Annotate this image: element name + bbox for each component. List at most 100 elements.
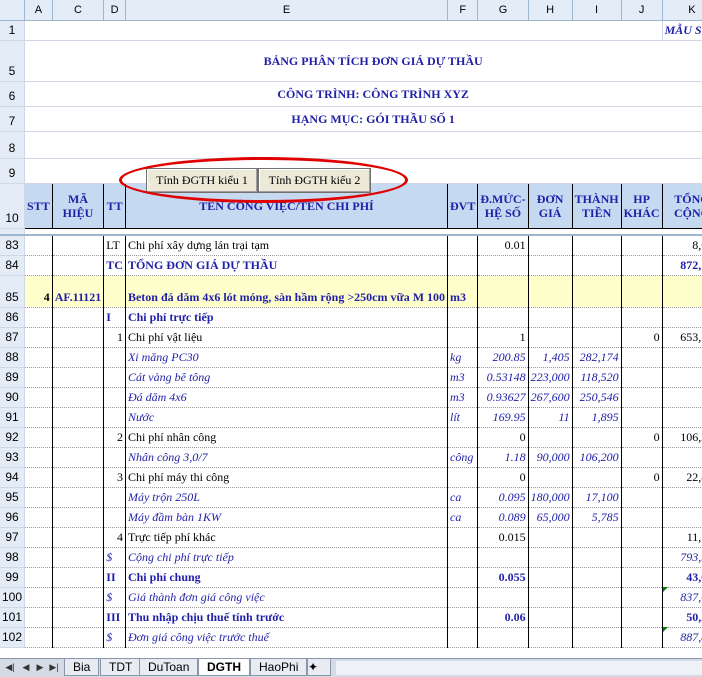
- row-header[interactable]: 85: [0, 275, 26, 308]
- cell-thanh-tien[interactable]: 5,785: [572, 507, 622, 528]
- column-header-h[interactable]: H: [528, 0, 573, 21]
- tab-dgth[interactable]: DGTH: [198, 659, 250, 676]
- cell-dvt[interactable]: m3: [447, 387, 479, 408]
- cell-tt[interactable]: $: [103, 547, 126, 568]
- header-hp-khac[interactable]: HP KHÁC: [621, 183, 663, 229]
- cell-dvt[interactable]: ca: [447, 487, 479, 508]
- work-item-name[interactable]: HẠNG MỤC: GÓI THẦU SỐ 1: [24, 106, 702, 132]
- cell-don-gia[interactable]: [528, 587, 573, 608]
- cell-ma-hieu[interactable]: [52, 327, 105, 348]
- cell-dinh-muc[interactable]: 0.089: [477, 507, 529, 528]
- cell-dinh-muc[interactable]: 1: [477, 327, 529, 348]
- cell-dvt[interactable]: m3: [447, 275, 479, 308]
- table-row[interactable]: 93 Nhân công 3,0/7 công 1.18 90,000 106,200: [0, 447, 702, 468]
- cell-tt[interactable]: [103, 487, 126, 508]
- cell-stt[interactable]: [24, 367, 53, 388]
- row-header[interactable]: 10: [0, 183, 26, 229]
- cell-tt[interactable]: 2: [103, 427, 126, 448]
- cell-tong-cong[interactable]: 50,257: [662, 607, 702, 628]
- cell-thanh-tien[interactable]: 106,200: [572, 447, 622, 468]
- row-header[interactable]: 94: [0, 467, 26, 488]
- cell-dvt[interactable]: [447, 255, 479, 276]
- cell-stt[interactable]: [24, 527, 53, 548]
- tab-tdt[interactable]: TDT: [100, 659, 142, 676]
- cell-stt[interactable]: [24, 347, 53, 368]
- cell-stt[interactable]: [24, 427, 53, 448]
- cell-ma-hieu[interactable]: [52, 507, 105, 528]
- cell-ten-cong-viec[interactable]: Máy trộn 250L: [125, 487, 449, 508]
- cell-ten-cong-viec[interactable]: Chi phí máy thi công: [125, 467, 449, 488]
- cell-stt[interactable]: 4: [24, 275, 53, 308]
- cell-dinh-muc[interactable]: [477, 627, 529, 648]
- cell-ma-hieu[interactable]: [52, 387, 105, 408]
- cell-tt[interactable]: III: [103, 607, 126, 628]
- table-row[interactable]: 97 4Trực tiếp phí khác 0.015 11,733: [0, 527, 702, 548]
- row-header[interactable]: 88: [0, 347, 26, 368]
- cell-hp-khac[interactable]: 0: [621, 427, 663, 448]
- cell-ten-cong-viec[interactable]: Nước: [125, 407, 449, 428]
- cell-dinh-muc[interactable]: [477, 547, 529, 568]
- table-row[interactable]: 83 LTChi phí xây dựng lán trại tạm 0.01 8,6…: [0, 234, 702, 256]
- cell-don-gia[interactable]: 1,405: [528, 347, 573, 368]
- blank-cell[interactable]: [24, 131, 702, 159]
- cell-dvt[interactable]: [447, 427, 479, 448]
- cell-ma-hieu[interactable]: [52, 234, 105, 256]
- cell-don-gia[interactable]: [528, 607, 573, 628]
- first-sheet-icon[interactable]: ◀|: [4, 661, 16, 674]
- cell-stt[interactable]: [24, 567, 53, 588]
- cell-tong-cong[interactable]: 8,635: [662, 234, 702, 256]
- row-header[interactable]: 97: [0, 527, 26, 548]
- cell-ten-cong-viec[interactable]: Chi phí vật liệu: [125, 327, 449, 348]
- cell-tt[interactable]: [103, 407, 126, 428]
- cell-tt[interactable]: [103, 275, 126, 308]
- header-tong-cong[interactable]: TỔNG CỘNG: [662, 183, 702, 229]
- cell-stt[interactable]: [24, 547, 53, 568]
- cell-stt[interactable]: [24, 607, 53, 628]
- cell-stt[interactable]: [24, 587, 53, 608]
- column-header-e[interactable]: E: [125, 0, 449, 21]
- column-header-j[interactable]: J: [621, 0, 663, 21]
- cell-stt[interactable]: [24, 627, 53, 648]
- cell-ten-cong-viec[interactable]: Máy đầm bàn 1KW: [125, 507, 449, 528]
- cell-dinh-muc[interactable]: [477, 275, 529, 308]
- cell-thanh-tien[interactable]: [572, 587, 622, 608]
- cell-dinh-muc[interactable]: 169.95: [477, 407, 529, 428]
- cell-dvt[interactable]: [447, 527, 479, 548]
- cell-dinh-muc[interactable]: 0.53148: [477, 367, 529, 388]
- cell-thanh-tien[interactable]: [572, 275, 622, 308]
- select-all-corner[interactable]: [0, 0, 26, 21]
- cell-stt[interactable]: [24, 327, 53, 348]
- cell-don-gia[interactable]: [528, 467, 573, 488]
- spreadsheet-grid[interactable]: A C D E F G H I J K 1 MẪU SỐ 7 5 BẢNG PH…: [0, 0, 702, 658]
- cell-hp-khac[interactable]: [621, 607, 663, 628]
- horizontal-scrollbar[interactable]: [336, 661, 702, 675]
- cell-tt[interactable]: 1: [103, 327, 126, 348]
- table-row[interactable]: 90 Đá dăm 4x6 m3 0.93627 267,600 250,546: [0, 387, 702, 408]
- table-row[interactable]: 99 IIChi phí chung 0.055 43,667: [0, 567, 702, 588]
- table-row[interactable]: 85 4 AF.11121 Beton đá dăm 4x6 lót móng, sà…: [0, 275, 702, 308]
- cell-tt[interactable]: [103, 447, 126, 468]
- cell-stt[interactable]: [24, 507, 53, 528]
- cell-tong-cong[interactable]: 653,135: [662, 327, 702, 348]
- header-dinh-muc[interactable]: Đ.MỨC-HỆ SỐ: [477, 183, 529, 229]
- cell-don-gia[interactable]: [528, 567, 573, 588]
- cell-dvt[interactable]: [447, 307, 479, 328]
- cell-tt[interactable]: $: [103, 627, 126, 648]
- cell-tong-cong[interactable]: [662, 275, 702, 308]
- table-row[interactable]: 922Chi phí nhân công00106,200: [0, 427, 702, 448]
- sheet-title[interactable]: BẢNG PHÂN TÍCH ĐƠN GIÁ DỰ THẦU: [24, 40, 702, 82]
- cell-tt[interactable]: $: [103, 587, 126, 608]
- cell-hp-khac[interactable]: [621, 487, 663, 508]
- cell-thanh-tien[interactable]: 282,174: [572, 347, 622, 368]
- cell-dinh-muc[interactable]: 0.01: [477, 234, 529, 256]
- cell-don-gia[interactable]: 90,000: [528, 447, 573, 468]
- table-row[interactable]: 91 Nước lít 169.95 11 1,895: [0, 407, 702, 428]
- cell-dvt[interactable]: công: [447, 447, 479, 468]
- row-header[interactable]: 83: [0, 234, 26, 256]
- header-dvt[interactable]: ĐVT: [447, 183, 479, 229]
- cell-ten-cong-viec[interactable]: Chi phí xây dựng lán trại tạm: [125, 234, 449, 256]
- cell-thanh-tien[interactable]: [572, 527, 622, 548]
- row-header[interactable]: 87: [0, 327, 26, 348]
- cell-ten-cong-viec[interactable]: Cát vàng bê tông: [125, 367, 449, 388]
- cell-thanh-tien[interactable]: [572, 467, 622, 488]
